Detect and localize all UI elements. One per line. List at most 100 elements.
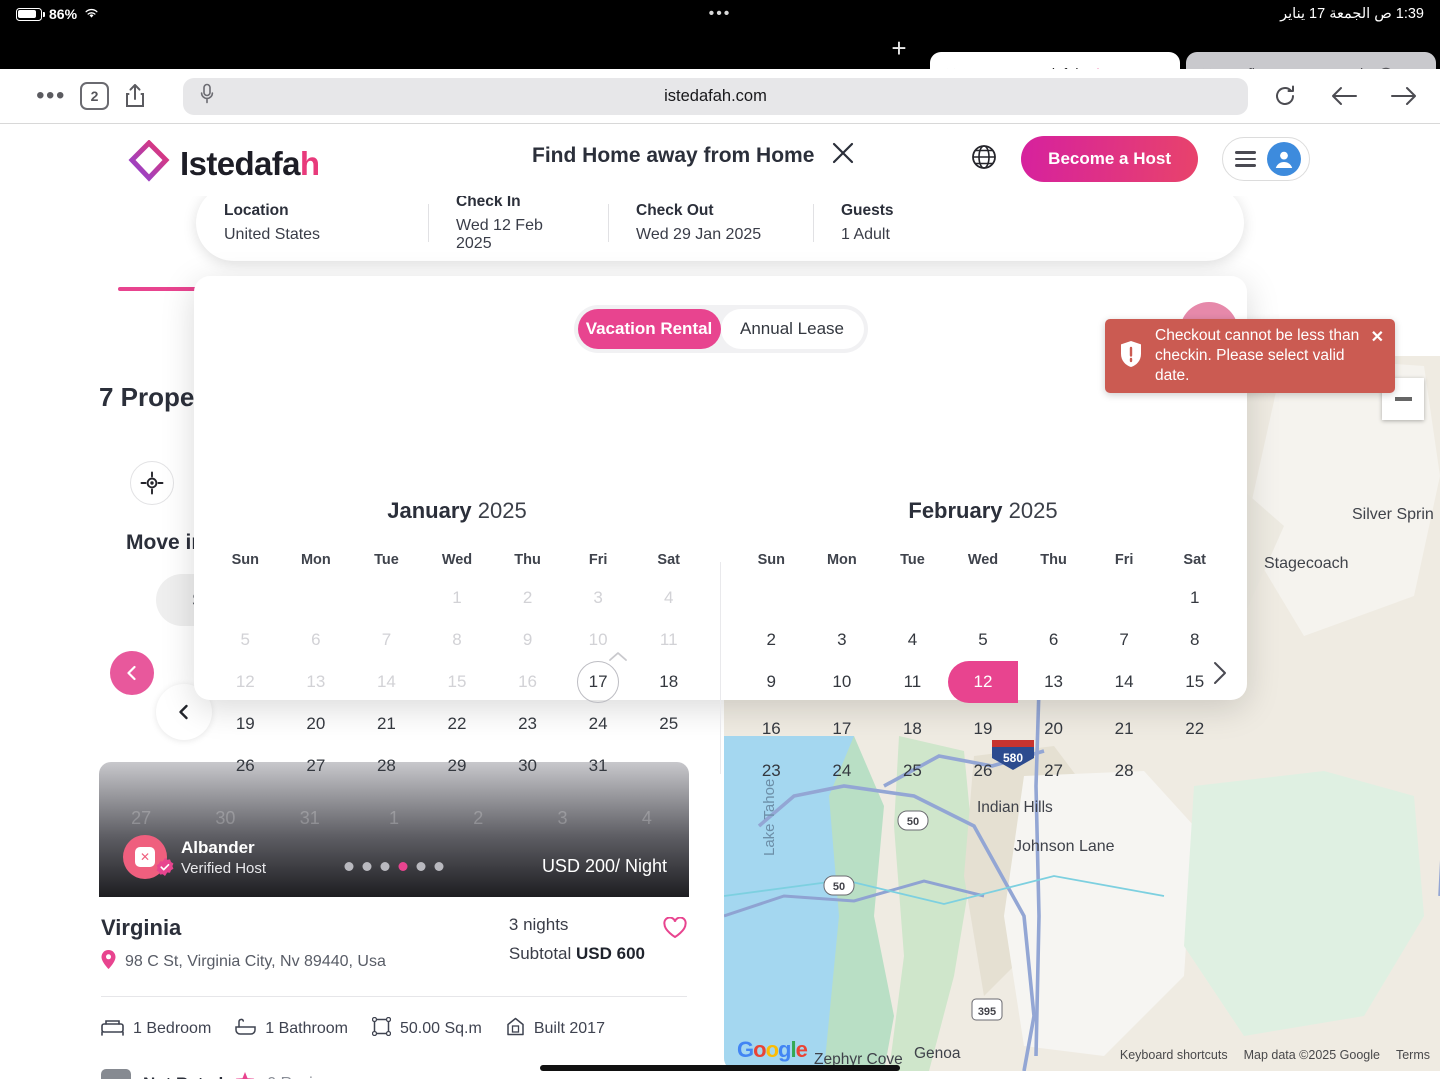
calendar-day-21[interactable]: 21 (351, 708, 422, 740)
carousel-dot[interactable] (345, 862, 354, 871)
calendar-blank (1018, 582, 1089, 614)
carousel-dot[interactable] (381, 862, 390, 871)
calendar-day-28[interactable]: 28 (1089, 755, 1160, 787)
feature-text: Built 2017 (534, 1020, 605, 1038)
search-bar[interactable]: Location United States Check In Wed 12 F… (196, 185, 1244, 261)
search-field-checkout[interactable]: Check Out Wed 29 Jan 2025 (608, 202, 813, 244)
arrow-left-icon[interactable] (1330, 84, 1358, 108)
calendar-day-9[interactable]: 9 (736, 666, 807, 698)
carousel-dot[interactable] (363, 862, 372, 871)
calendar-day-17[interactable]: 17 (807, 713, 878, 745)
calendar-day-16[interactable]: 16 (736, 713, 807, 745)
calendar-day-18[interactable]: 18 (877, 713, 948, 745)
review-link[interactable]: 0 Review (267, 1075, 333, 1079)
calendar-day-19[interactable]: 19 (948, 713, 1019, 745)
calendar-day-28[interactable]: 28 (351, 750, 422, 782)
calendar-day-26[interactable]: 26 (210, 750, 281, 782)
calendar-day-10[interactable]: 10 (807, 666, 878, 698)
search-field-checkin[interactable]: Check In Wed 12 Feb 2025 (428, 193, 608, 253)
calendar-day-24[interactable]: 24 (807, 755, 878, 787)
segment-annual-lease[interactable]: Annual Lease (721, 309, 864, 349)
close-icon[interactable] (832, 142, 854, 170)
calendar-day-24[interactable]: 24 (563, 708, 634, 740)
heart-icon[interactable] (663, 917, 687, 944)
calendar-day-27[interactable]: 27 (1018, 755, 1089, 787)
calendar-day-17[interactable]: 17 (563, 666, 634, 698)
calendar-day-14[interactable]: 14 (1089, 666, 1160, 698)
property-card[interactable]: SunMonTueWedThuFriSat 2730311234 ✕ (99, 762, 689, 1079)
calendar-day-26[interactable]: 26 (948, 755, 1019, 787)
calendar-day-4[interactable]: 4 (877, 624, 948, 656)
calendar-day-6: 6 (281, 624, 352, 656)
calendar-day-27[interactable]: 27 (281, 750, 352, 782)
carousel-dot[interactable] (399, 862, 408, 871)
calendar-day-8[interactable]: 8 (1159, 624, 1230, 656)
day-grid[interactable]: 1234567891011121314151617181920212223242… (736, 582, 1230, 787)
address-bar[interactable]: istedafah.com (183, 78, 1248, 115)
calendar-day-25[interactable]: 25 (877, 755, 948, 787)
terms-link[interactable]: Terms (1396, 1048, 1430, 1062)
field-label: Check Out (636, 202, 785, 220)
calendar-day-2[interactable]: 2 (736, 624, 807, 656)
day-grid[interactable]: 1234567891011121314151617181920212223242… (210, 582, 704, 782)
site-logo[interactable]: Istedafah (128, 140, 319, 187)
tab-count-button[interactable]: 2 (80, 82, 109, 110)
price-per-night: USD 200/ Night (542, 856, 667, 877)
bathtub-icon (235, 1018, 256, 1041)
bed-icon (101, 1018, 124, 1041)
calendar-day-11[interactable]: 11 (877, 666, 948, 698)
calendar-day-22[interactable]: 22 (422, 708, 493, 740)
account-menu-button[interactable] (1222, 137, 1310, 181)
calendar-day-20[interactable]: 20 (281, 708, 352, 740)
dow-label: Mon (807, 552, 878, 568)
become-host-button[interactable]: Become a Host (1021, 136, 1198, 182)
calendar-day-21[interactable]: 21 (1089, 713, 1160, 745)
more-menu-button[interactable]: ••• (22, 91, 80, 101)
calendar-day-15[interactable]: 15 (1159, 666, 1230, 698)
dow-label: Tue (877, 552, 948, 568)
calendar-day-29[interactable]: 29 (422, 750, 493, 782)
dow-label: Sat (633, 552, 704, 568)
hamburger-icon[interactable] (1235, 151, 1256, 166)
search-field-guests[interactable]: Guests 1 Adult (813, 202, 993, 244)
calendar-day-13[interactable]: 13 (1018, 666, 1089, 698)
carousel-prev-button[interactable] (110, 651, 154, 695)
dow-label: Sun (736, 552, 807, 568)
google-logo: Google (737, 1037, 807, 1063)
calendar-day-31[interactable]: 31 (563, 750, 634, 782)
rental-type-toggle[interactable]: Vacation Rental Annual Lease (574, 305, 868, 353)
calendar-day-12[interactable]: 12 (948, 661, 1019, 703)
carousel-dot[interactable] (417, 862, 426, 871)
crosshair-icon[interactable] (130, 461, 174, 505)
toast-close-button[interactable]: ✕ (1371, 327, 1384, 347)
segment-vacation-rental[interactable]: Vacation Rental (578, 309, 721, 349)
calendar-month-february: February 2025 SunMonTueWedThuFriSat 1234… (720, 498, 1246, 787)
calendar-day-3[interactable]: 3 (807, 624, 878, 656)
carousel-dots[interactable] (345, 862, 444, 871)
share-icon[interactable] (109, 82, 161, 110)
calendar-day-20[interactable]: 20 (1018, 713, 1089, 745)
svg-text:50: 50 (907, 816, 919, 828)
arrow-right-icon[interactable] (1390, 84, 1418, 108)
calendar-day-6[interactable]: 6 (1018, 624, 1089, 656)
calendar-day-1[interactable]: 1 (1159, 582, 1230, 614)
new-tab-button[interactable]: + (884, 36, 914, 62)
user-avatar-icon[interactable] (1267, 142, 1301, 176)
calendar-day-23[interactable]: 23 (736, 755, 807, 787)
carousel-dot[interactable] (435, 862, 444, 871)
microphone-icon[interactable] (199, 83, 215, 110)
calendar-day-5[interactable]: 5 (948, 624, 1019, 656)
calendar-day-7[interactable]: 7 (1089, 624, 1160, 656)
toast-message: Checkout cannot be less than checkin. Pl… (1155, 326, 1381, 386)
search-field-location[interactable]: Location United States (196, 202, 428, 244)
reload-icon[interactable] (1272, 83, 1298, 109)
calendar-day-19[interactable]: 19 (210, 708, 281, 740)
globe-icon[interactable] (971, 144, 997, 175)
keyboard-shortcuts-link[interactable]: Keyboard shortcuts (1120, 1048, 1228, 1062)
calendar-day-22[interactable]: 22 (1159, 713, 1230, 745)
calendar-blank (351, 582, 422, 614)
calendar-day-18[interactable]: 18 (633, 666, 704, 698)
calendar-day-23[interactable]: 23 (492, 708, 563, 740)
calendar-day-30[interactable]: 30 (492, 750, 563, 782)
calendar-day-25[interactable]: 25 (633, 708, 704, 740)
